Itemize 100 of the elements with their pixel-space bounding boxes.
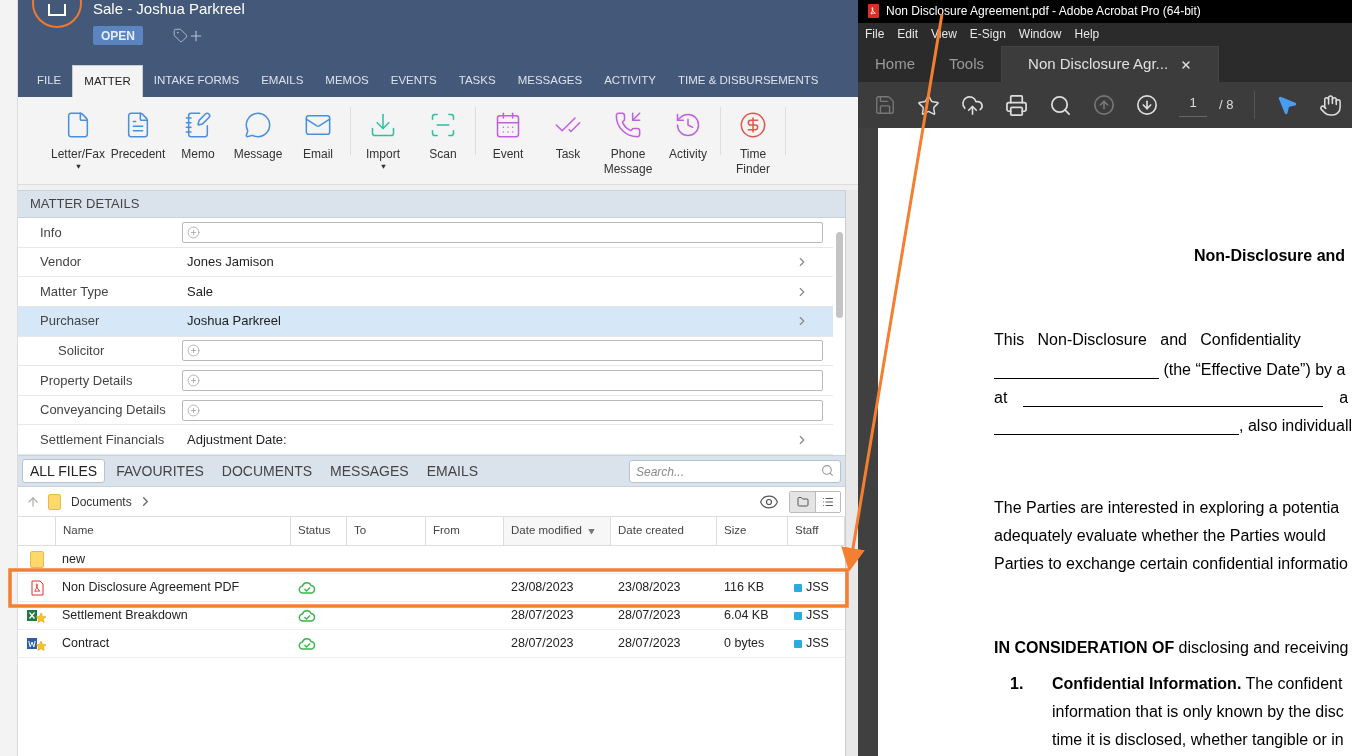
- detail-label: Info: [39, 223, 63, 242]
- ribbon-button[interactable]: Phone Message: [598, 107, 658, 177]
- detail-field[interactable]: [182, 221, 823, 243]
- spreadsheet-star-icon: [27, 607, 47, 624]
- document-text: , also individuall: [1239, 416, 1352, 436]
- document-text: The Parties are interested in exploring a potentia: [994, 498, 1341, 518]
- history-icon: [674, 111, 702, 139]
- size-cell-text: 116 KB: [723, 579, 766, 597]
- pointer-icon[interactable]: [1276, 94, 1299, 116]
- matter-title: Sale - Joshua Parkreel: [93, 0, 245, 17]
- ribbon-button[interactable]: Memo: [168, 107, 228, 162]
- notebook-pen-icon: [184, 111, 212, 139]
- save-icon[interactable]: [874, 94, 896, 116]
- detail-label: Property Details: [39, 371, 134, 390]
- staff-initials: JSS: [806, 579, 829, 597]
- breadcrumb-item[interactable]: Documents: [71, 492, 132, 511]
- view-mode-button[interactable]: [815, 491, 840, 512]
- date-cell-text: 28/07/2023: [510, 607, 575, 625]
- detail-label: Purchaser: [39, 312, 101, 331]
- zoom-icon[interactable]: [1049, 93, 1072, 117]
- detail-field[interactable]: [182, 369, 823, 391]
- menu-item[interactable]: Window: [1018, 25, 1062, 44]
- hand-icon[interactable]: [1319, 93, 1343, 117]
- files-tab[interactable]: MESSAGES: [323, 459, 416, 483]
- files-tab[interactable]: FAVOURITES: [109, 459, 211, 483]
- files-tab[interactable]: DOCUMENTS: [214, 459, 320, 483]
- add-icon: [187, 225, 200, 239]
- dollar-circle-icon: [739, 111, 767, 139]
- arrow-down-circle-icon[interactable]: [1136, 94, 1158, 116]
- detail-field[interactable]: [182, 340, 823, 362]
- folder-icon: [30, 551, 44, 568]
- ribbon-button[interactable]: Event: [478, 107, 538, 162]
- sort-caret-icon: [587, 527, 595, 535]
- files-tab[interactable]: EMAILS: [419, 459, 486, 483]
- tab[interactable]: ACTIVITY: [593, 65, 667, 97]
- phone-arrow-icon: [614, 111, 642, 139]
- printer-icon[interactable]: [1005, 93, 1028, 117]
- column-header[interactable]: Date created: [611, 517, 717, 545]
- column-header[interactable]: Date modified: [504, 517, 611, 545]
- detail-row[interactable]: Purchaser Joshua Parkreel: [18, 306, 833, 337]
- file-name: Non Disclosure Agreement PDF: [61, 579, 241, 597]
- document-text: a: [1339, 388, 1349, 408]
- document-text: This Non-Disclosure and Confidentiality: [994, 330, 1302, 350]
- detail-label: Settlement Financials: [39, 430, 166, 449]
- file-name: Contract: [61, 635, 111, 653]
- status-badge: OPEN: [93, 26, 143, 45]
- document-text: Parties to exchange certain confidential informatio: [994, 554, 1349, 574]
- detail-field[interactable]: [182, 399, 823, 421]
- tab[interactable]: EVENTS: [379, 65, 448, 97]
- menu-item[interactable]: File: [865, 25, 885, 44]
- arrow-up-circle-icon[interactable]: [1093, 94, 1115, 116]
- tab[interactable]: TASKS: [447, 65, 507, 97]
- tab[interactable]: Non Disclosure Agr...: [1001, 46, 1220, 82]
- cloud-upload-icon[interactable]: [961, 93, 984, 117]
- column-header[interactable]: Status: [291, 517, 347, 545]
- document-text: (the “Effective Date”) by a: [1162, 360, 1346, 380]
- date-cell-text: 28/07/2023: [617, 607, 682, 625]
- add-icon: [187, 344, 200, 358]
- tag-icon: [173, 28, 188, 43]
- tab[interactable]: MEMOS: [314, 65, 380, 97]
- column-header[interactable]: Size: [717, 517, 788, 545]
- page-number-field[interactable]: 1: [1179, 93, 1207, 117]
- tab[interactable]: Tools: [932, 46, 1002, 82]
- word-document-star-icon: [27, 635, 47, 652]
- files-tab[interactable]: ALL FILES: [22, 459, 106, 483]
- document-text: Confidential Information. The confident: [1052, 674, 1344, 694]
- column-header[interactable]: Name: [56, 517, 291, 545]
- ribbon-button[interactable]: Activity: [658, 107, 718, 162]
- tab[interactable]: MATTER: [72, 65, 143, 97]
- tab[interactable]: EMAILS: [250, 65, 315, 97]
- tab[interactable]: MESSAGES: [506, 65, 594, 97]
- ribbon-button[interactable]: Precedent: [108, 107, 168, 162]
- menu-item[interactable]: Help: [1074, 25, 1100, 44]
- detail-value: Joshua Parkreel: [186, 312, 282, 331]
- column-header[interactable]: Staff: [788, 517, 845, 545]
- detail-label: Vendor: [39, 253, 83, 272]
- tab[interactable]: FILE: [26, 65, 73, 97]
- staff-initials: JSS: [806, 635, 829, 653]
- add-tag-button[interactable]: [173, 27, 204, 44]
- ribbon-button[interactable]: Message: [228, 107, 288, 162]
- menu-item[interactable]: Edit: [897, 25, 919, 44]
- document-text: adequately evaluate whether the Parties would: [994, 526, 1327, 546]
- ribbon-button[interactable]: Import: [353, 107, 413, 169]
- ribbon-button[interactable]: Letter/Fax: [48, 107, 108, 169]
- tab[interactable]: INTAKE FORMS: [142, 65, 251, 97]
- tab[interactable]: TIME & DISBURSEMENTS: [666, 65, 830, 97]
- column-header[interactable]: To: [347, 517, 426, 545]
- search-field[interactable]: Search...: [629, 460, 841, 484]
- ribbon-button[interactable]: Task: [538, 107, 598, 162]
- tab[interactable]: Home: [858, 46, 932, 82]
- ribbon-button[interactable]: Time Finder: [723, 107, 783, 177]
- size-cell-text: 0 bytes: [723, 635, 766, 653]
- close-icon[interactable]: [1180, 58, 1193, 71]
- ribbon-button[interactable]: Email: [288, 107, 348, 162]
- menu-item[interactable]: E-Sign: [969, 25, 1006, 44]
- document-text: time it is disclosed, whether tangible or in: [1052, 730, 1344, 750]
- speech-bubble-icon: [244, 111, 272, 139]
- date-cell-text: 23/08/2023: [510, 579, 575, 597]
- date-cell-text: 23/08/2023: [617, 579, 682, 597]
- ribbon-button[interactable]: Scan: [413, 107, 473, 162]
